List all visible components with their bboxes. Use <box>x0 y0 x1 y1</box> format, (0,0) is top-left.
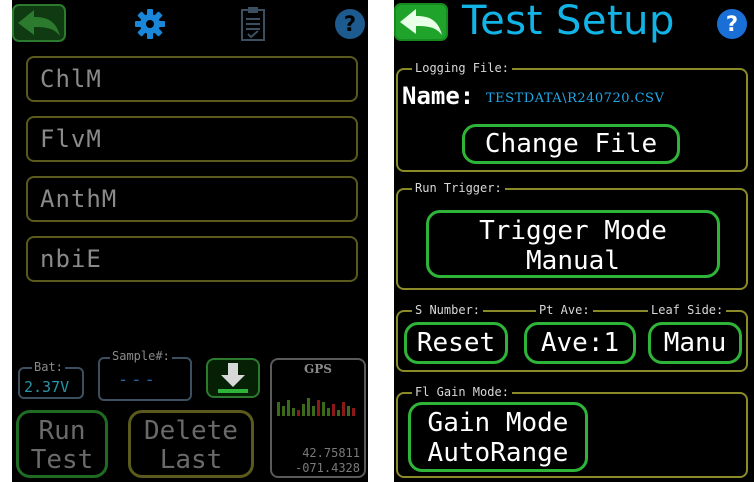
back-arrow-icon <box>400 9 442 35</box>
reset-button[interactable]: Reset <box>404 322 508 364</box>
battery-value: 2.37V <box>24 378 70 396</box>
back-button[interactable] <box>394 3 448 41</box>
pt-ave-label: Pt Ave: <box>536 304 593 316</box>
run-label-line1: Run <box>38 416 86 446</box>
s-number-label: S Number: <box>412 304 484 316</box>
sample-label: Sample#: <box>110 349 172 363</box>
gear-icon[interactable] <box>134 8 166 40</box>
logging-file-name: TESTDATA\R240720.CSV <box>486 91 665 106</box>
main-screen: ? ChlM FlvM AnthM nbiE Bat: 2.37V Sample… <box>12 0 368 482</box>
download-button[interactable] <box>206 358 260 398</box>
run-label-line2: Test <box>30 445 94 475</box>
help-icon[interactable]: ? <box>716 8 748 40</box>
back-button[interactable] <box>12 4 66 42</box>
gain-mode-line1: Gain Mode <box>427 408 569 438</box>
leaf-side-label: Leaf Side: <box>648 304 727 316</box>
delete-last-button[interactable]: Delete Last <box>128 410 254 478</box>
clipboard-icon[interactable] <box>238 6 268 42</box>
page-title: Test Setup <box>462 0 675 44</box>
download-arrow-icon <box>218 363 248 393</box>
trigger-mode-line2: Manual <box>526 246 620 276</box>
gps-panel: GPS 42.75811 -071.4328 <box>270 358 366 478</box>
battery-label: Bat: <box>32 360 65 374</box>
run-test-button[interactable]: Run Test <box>16 410 108 478</box>
measurement-nbie[interactable]: nbiE <box>26 236 358 282</box>
help-icon[interactable]: ? <box>334 8 366 40</box>
measurement-flvm[interactable]: FlvM <box>26 116 358 162</box>
trigger-mode-line1: Trigger Mode <box>479 216 667 246</box>
gps-label: GPS <box>304 362 332 376</box>
test-setup-screen: Test Setup ? Logging File: Name: TESTDAT… <box>394 0 754 482</box>
logging-file-label: Logging File: <box>412 62 512 74</box>
back-arrow-icon <box>18 10 60 36</box>
gps-latitude: 42.75811 <box>302 446 360 460</box>
signal-bars-icon <box>277 398 355 416</box>
delete-label-line2: Last <box>159 445 223 475</box>
measurement-chlm[interactable]: ChlM <box>26 56 358 102</box>
name-label: Name: <box>402 82 475 110</box>
svg-text:?: ? <box>344 12 356 36</box>
leaf-side-button[interactable]: Manu <box>648 322 742 364</box>
run-trigger-label: Run Trigger: <box>412 182 505 194</box>
svg-text:?: ? <box>726 12 738 36</box>
trigger-mode-button[interactable]: Trigger Mode Manual <box>426 210 720 278</box>
gps-longitude: -071.4328 <box>294 461 360 475</box>
gain-mode-line2: AutoRange <box>427 438 569 468</box>
sample-value: --- <box>118 370 158 390</box>
ave-button[interactable]: Ave:1 <box>524 322 636 364</box>
measurement-anthm[interactable]: AnthM <box>26 176 358 222</box>
gain-mode-label: Fl Gain Mode: <box>412 386 512 398</box>
change-file-button[interactable]: Change File <box>462 124 680 164</box>
delete-label-line1: Delete <box>144 416 238 446</box>
gain-mode-button[interactable]: Gain Mode AutoRange <box>408 402 588 472</box>
